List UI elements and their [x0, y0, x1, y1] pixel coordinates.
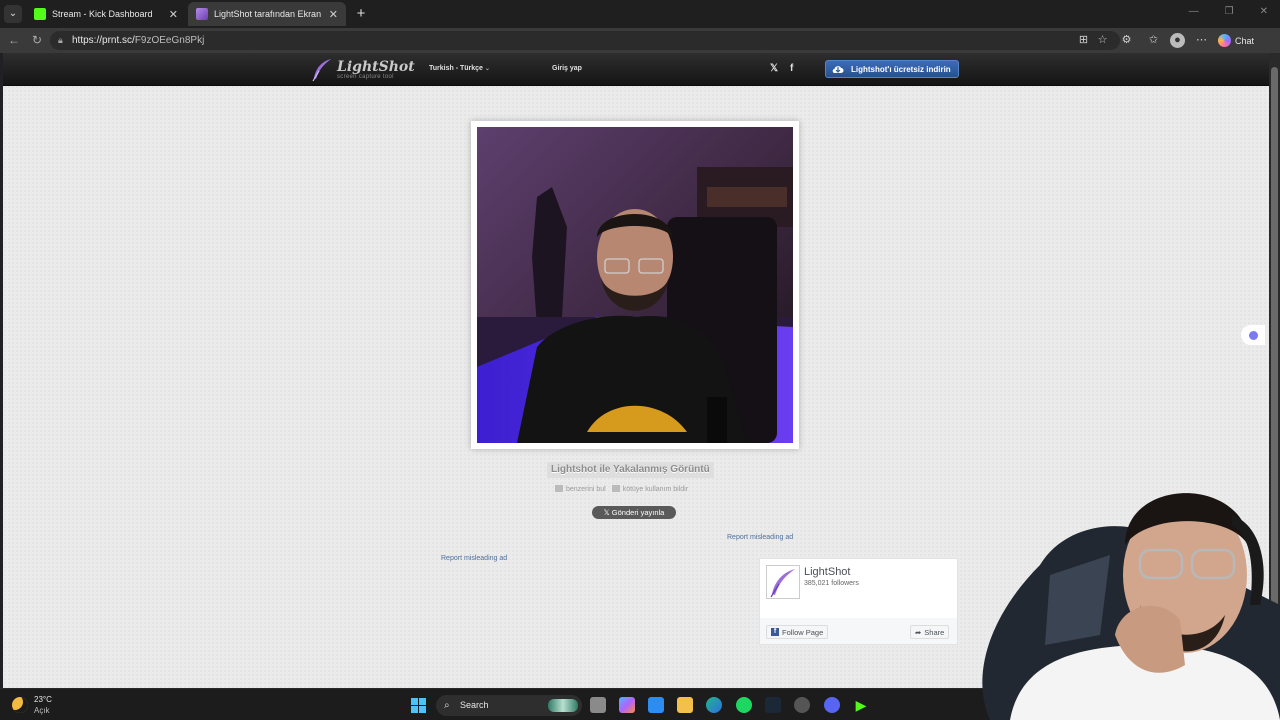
chat-label: Chat: [1235, 35, 1255, 46]
address-bar[interactable]: 🔒︎ https://prnt.sc/F9zOEeGn8Pkj: [50, 31, 1120, 50]
store-icon[interactable]: [648, 697, 664, 713]
steam-icon[interactable]: [765, 697, 781, 713]
tab-lightshot[interactable]: LightShot tarafından Ekran Görüntü ✕: [188, 2, 346, 26]
facebook-page-name[interactable]: LightShot: [804, 566, 850, 578]
search-highlight-icon: [548, 699, 578, 712]
lightshot-logo[interactable]: LightShot screen capture tool: [311, 57, 415, 83]
login-link[interactable]: Giriş yap: [552, 65, 582, 72]
url-path: F9zOEeGn8Pkj: [134, 35, 205, 46]
new-tab-button[interactable]: +: [352, 5, 370, 23]
report-abuse-label: kötüye kullanım bildir: [622, 486, 689, 493]
taskbar-search[interactable]: ⌕ Search: [436, 695, 582, 716]
search-label: Search: [460, 700, 489, 710]
report-misleading-ad-link-right[interactable]: Report misleading ad: [727, 534, 793, 541]
tab-title: LightShot tarafından Ekran Görüntü: [214, 9, 323, 19]
moon-weather-icon[interactable]: [12, 697, 28, 713]
url-host: https://prnt.sc/: [72, 35, 135, 46]
browser-tab-bar: ⌄ Stream - Kick Dashboard ✕ LightShot ta…: [0, 0, 1280, 28]
favorites-icon[interactable]: ✩: [1146, 33, 1161, 48]
find-similar-label: benzerini bul: [566, 486, 606, 493]
site-info-icon[interactable]: 🔒︎: [58, 31, 63, 50]
follow-page-label: Follow Page: [782, 627, 824, 637]
x-post-label: Gönderi yayınla: [611, 508, 665, 517]
copilot-chat-button[interactable]: Chat: [1218, 32, 1254, 49]
download-label: Lightshot'ı ücretsiz indirin: [851, 64, 951, 74]
facebook-widget-footer: f Follow Page ➦ Share: [760, 618, 957, 644]
restore-icon[interactable]: ❐: [1225, 6, 1234, 17]
discord-icon[interactable]: [824, 697, 840, 713]
file-explorer-icon[interactable]: [677, 697, 693, 713]
lightshot-page-thumbnail[interactable]: [766, 565, 800, 599]
weather-condition[interactable]: Açık: [34, 706, 50, 715]
back-arrow-icon[interactable]: ←: [6, 32, 22, 48]
favorite-star-icon[interactable]: ☆: [1095, 33, 1110, 48]
tab-kick-dashboard[interactable]: Stream - Kick Dashboard ✕: [26, 2, 186, 26]
minimize-icon[interactable]: —: [1189, 6, 1199, 17]
image-actions: benzerini bul kötüye kullanım bildir: [555, 485, 688, 493]
facebook-followers-count: 385,021 followers: [804, 580, 859, 587]
weather-temperature[interactable]: 23°C: [34, 695, 52, 704]
tab-actions-menu-button[interactable]: ⌄: [4, 5, 22, 23]
download-cloud-icon: [832, 66, 844, 74]
lightshot-feather-icon: [196, 8, 208, 20]
screenshot-image[interactable]: [477, 127, 793, 443]
x-post-button[interactable]: 𝕏 Gönderi yayınla: [592, 506, 676, 519]
logo-title: LightShot: [337, 59, 415, 75]
image-icon: [555, 485, 563, 492]
report-abuse-link[interactable]: kötüye kullanım bildir: [611, 485, 689, 493]
facebook-icon[interactable]: f: [790, 63, 793, 74]
close-window-icon[interactable]: ✕: [1260, 6, 1268, 17]
more-menu-icon[interactable]: ⋯: [1194, 33, 1209, 48]
report-misleading-ad-link-left[interactable]: Report misleading ad: [441, 555, 507, 562]
share-button[interactable]: ➦ Share: [910, 625, 950, 639]
lightshot-header: LightShot screen capture tool Turkish - …: [3, 53, 1269, 86]
task-view-icon[interactable]: [590, 697, 606, 713]
twitter-icon[interactable]: 𝕏: [770, 63, 778, 74]
spotify-icon[interactable]: [736, 697, 752, 713]
reload-icon[interactable]: ↻: [29, 32, 45, 48]
webcam-overlay: [950, 455, 1280, 720]
copilot-app-icon[interactable]: [619, 697, 635, 713]
copilot-sidebar-toggle[interactable]: [1241, 325, 1265, 345]
apps-icon[interactable]: ⊞: [1076, 33, 1091, 48]
flag-icon: [611, 485, 620, 492]
close-tab-icon[interactable]: ✕: [329, 8, 338, 21]
find-similar-link[interactable]: benzerini bul: [555, 485, 606, 493]
extensions-icon[interactable]: ⚙: [1119, 33, 1134, 48]
kick-app-icon[interactable]: ▶: [853, 697, 869, 713]
share-label: Share: [924, 627, 945, 637]
follow-page-button[interactable]: f Follow Page: [766, 625, 829, 639]
download-lightshot-button[interactable]: Lightshot'ı ücretsiz indirin: [825, 60, 959, 78]
screenshot-frame: [471, 121, 799, 449]
facebook-icon: f: [771, 628, 779, 636]
tab-title: Stream - Kick Dashboard: [52, 9, 153, 19]
profile-avatar[interactable]: ●: [1170, 33, 1185, 48]
close-tab-icon[interactable]: ✕: [169, 8, 178, 21]
windows-start-icon[interactable]: [411, 698, 426, 713]
edge-browser-icon[interactable]: [706, 697, 722, 713]
facebook-page-widget: LightShot 385,021 followers f Follow Pag…: [759, 558, 958, 645]
language-label: Turkish - Türkçe: [429, 65, 483, 72]
image-caption: Lightshot ile Yakalanmış Görüntü: [547, 462, 714, 478]
x-logo-icon: 𝕏: [603, 508, 612, 517]
copilot-icon: [1249, 331, 1258, 340]
lightshot-feather-icon: [312, 59, 331, 82]
window-controls: — ❐ ✕: [1189, 6, 1268, 17]
chevron-down-icon: ⌄: [484, 66, 490, 72]
share-arrow-icon: ➦: [915, 627, 922, 637]
browser-toolbar: ← ↻ 🔒︎ https://prnt.sc/F9zOEeGn8Pkj ⊞ ☆ …: [0, 28, 1280, 53]
kick-icon: [34, 8, 46, 20]
copilot-icon: [1218, 34, 1231, 47]
language-selector[interactable]: Turkish - Türkçe ⌄: [429, 65, 490, 72]
app-icon[interactable]: [794, 697, 810, 713]
search-icon: ⌕: [444, 700, 450, 711]
